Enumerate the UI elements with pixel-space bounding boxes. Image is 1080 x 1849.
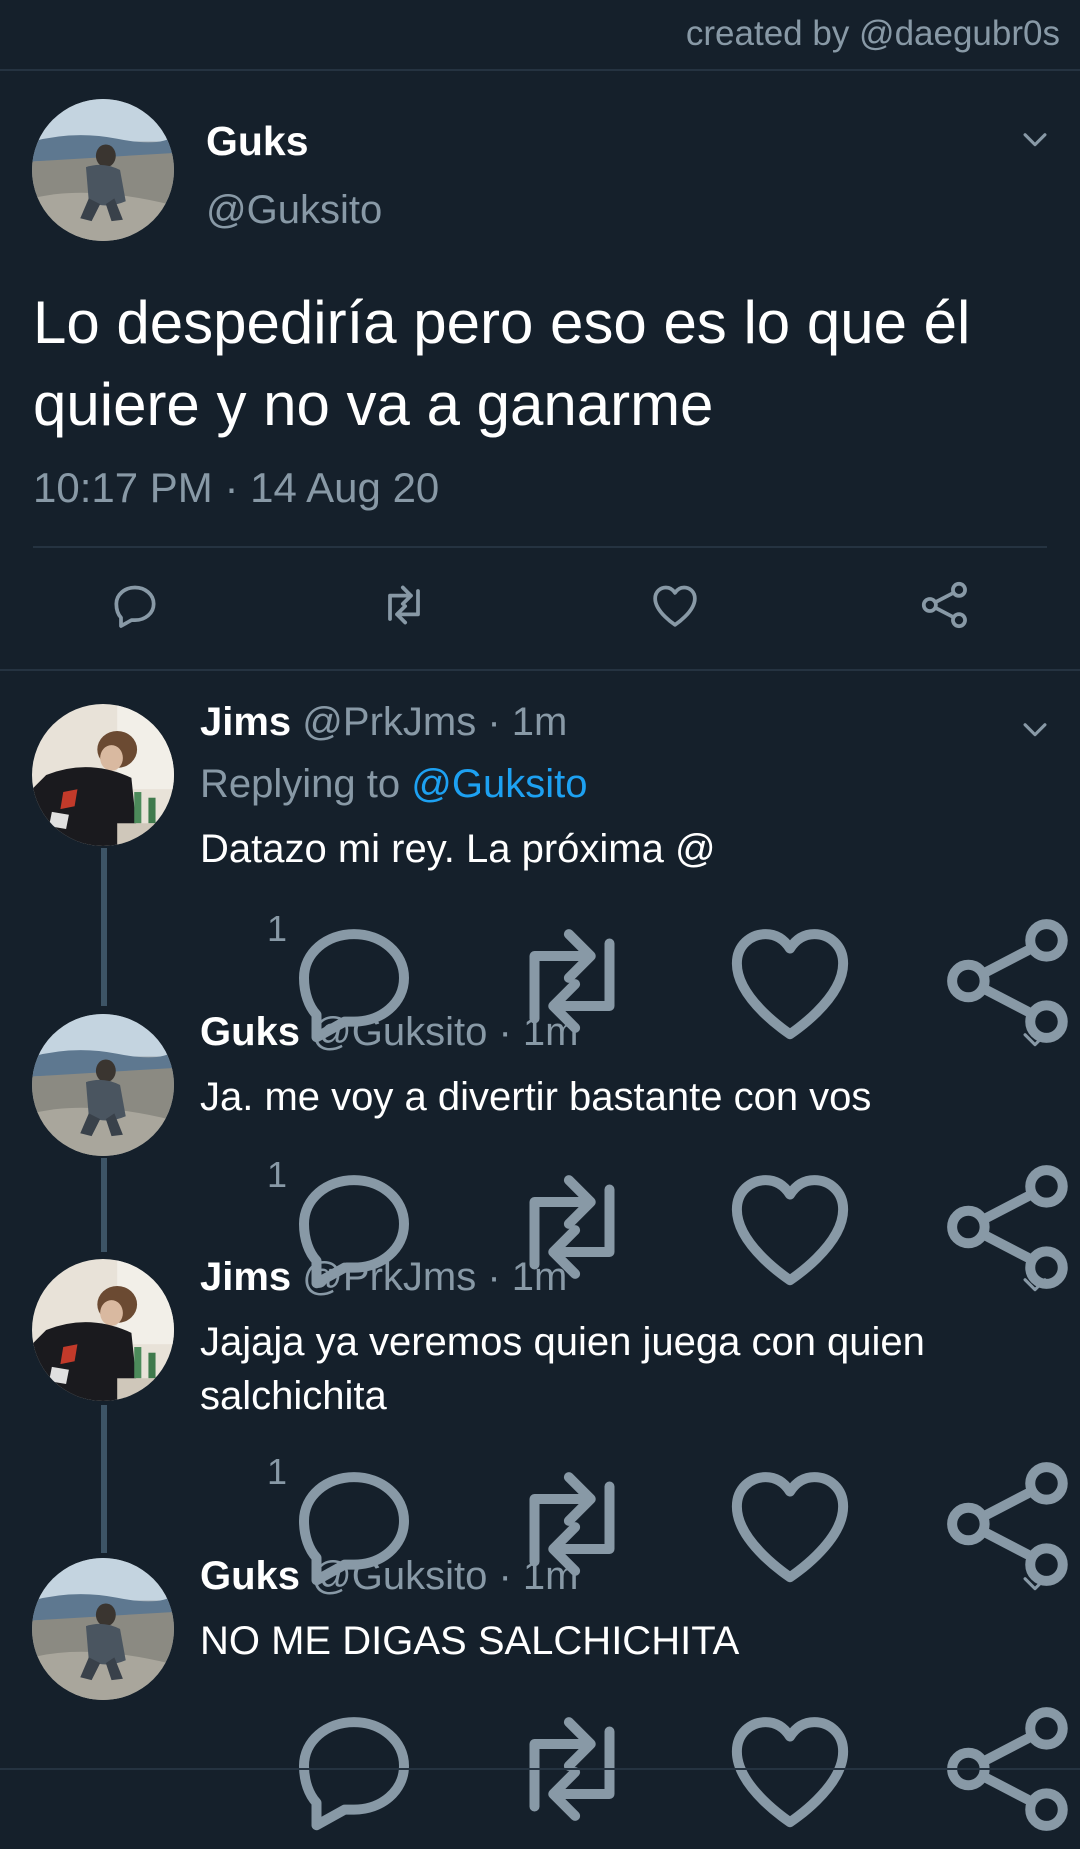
reply-icon[interactable] [107, 577, 163, 633]
reply-header: Jims @PrkJms · 1m [200, 1255, 567, 1300]
reply-icon[interactable] [204, 906, 248, 950]
chevron-down-icon[interactable] [1018, 1566, 1052, 1600]
like-icon[interactable] [640, 1449, 684, 1493]
reply-text: Datazo mi rey. La próxima @ [200, 827, 716, 871]
author-name[interactable]: Jims [200, 700, 291, 744]
author-handle[interactable]: @Guksito [206, 188, 382, 233]
reply-count: 1 [267, 1154, 288, 1195]
chevron-down-icon[interactable] [1018, 712, 1052, 746]
author-name[interactable]: Guks [200, 1554, 300, 1598]
like-icon[interactable] [640, 906, 684, 950]
like-icon[interactable] [647, 577, 703, 633]
handle-and-time: @Guksito · 1m [311, 1554, 579, 1598]
reply-text: Jajaja ya veremos quien juega con quien … [200, 1320, 925, 1418]
reply-tweet: Guks @Guksito · 1m NO ME DIGAS SALCHICHI… [0, 1554, 1080, 1764]
avatar[interactable] [32, 1014, 174, 1156]
reply-header: Guks @Guksito · 1m [200, 1554, 579, 1599]
retweet-icon[interactable] [376, 577, 432, 633]
reply-header: Guks @Guksito · 1m [200, 1010, 579, 1055]
replying-handle-link[interactable]: @Guksito [411, 762, 587, 806]
avatar[interactable] [32, 99, 174, 241]
handle-and-time: @PrkJms · 1m [302, 700, 568, 744]
reply-text: Ja. me voy a divertir bastante con vos [200, 1075, 872, 1119]
retweet-icon[interactable] [422, 906, 466, 950]
reply-count: 1 [267, 1451, 288, 1492]
reply-count: 1 [267, 908, 288, 949]
share-icon[interactable] [859, 1449, 903, 1493]
tweet-actions [0, 1694, 1080, 1744]
avatar[interactable] [32, 1558, 174, 1700]
avatar[interactable] [32, 704, 174, 846]
chevron-down-icon[interactable] [1018, 122, 1052, 156]
creator-credit: created by @daegubr0s [685, 14, 1060, 53]
tweet-actions [0, 577, 1080, 639]
reply-tweet: Jims @PrkJms · 1m Replying to @Guksito D… [0, 700, 1080, 960]
chevron-down-icon[interactable] [1018, 1267, 1052, 1301]
handle-and-time: @Guksito · 1m [311, 1010, 579, 1054]
replying-to: Replying to @Guksito [200, 762, 587, 807]
reply-tweet: Jims @PrkJms · 1m Jajaja ya veremos quie… [0, 1255, 1080, 1505]
like-icon[interactable] [640, 1152, 684, 1196]
reply-icon[interactable] [204, 1694, 248, 1738]
divider [33, 546, 1047, 548]
retweet-icon[interactable] [422, 1449, 466, 1493]
chevron-down-icon[interactable] [1018, 1022, 1052, 1056]
share-icon[interactable] [859, 906, 903, 950]
share-icon[interactable] [859, 1694, 903, 1738]
author-name[interactable]: Jims [200, 1255, 291, 1299]
retweet-icon[interactable] [422, 1152, 466, 1196]
retweet-icon[interactable] [422, 1694, 466, 1738]
divider [0, 1768, 1080, 1770]
reply-tweet: Guks @Guksito · 1m Ja. me voy a divertir… [0, 1010, 1080, 1210]
divider [0, 69, 1080, 71]
like-icon[interactable] [640, 1694, 684, 1738]
tweet-actions: 1 [0, 1449, 1080, 1499]
reply-text: NO ME DIGAS SALCHICHITA [200, 1619, 740, 1663]
avatar[interactable] [32, 1259, 174, 1401]
tweet-actions: 1 [0, 906, 1080, 956]
share-icon[interactable] [917, 577, 973, 633]
reply-header: Jims @PrkJms · 1m [200, 700, 567, 745]
tweet-timestamp: 10:17 PM · 14 Aug 20 [33, 464, 440, 511]
handle-and-time: @PrkJms · 1m [302, 1255, 568, 1299]
tweet-text: Lo despediría pero eso es lo que él quie… [33, 289, 971, 438]
tweet-actions: 1 [0, 1152, 1080, 1202]
reply-icon[interactable] [204, 1152, 248, 1196]
author-name[interactable]: Guks [200, 1010, 300, 1054]
share-icon[interactable] [859, 1152, 903, 1196]
divider [0, 669, 1080, 671]
reply-icon[interactable] [204, 1449, 248, 1493]
replying-label: Replying to [200, 762, 412, 806]
author-name[interactable]: Guks [206, 118, 309, 165]
